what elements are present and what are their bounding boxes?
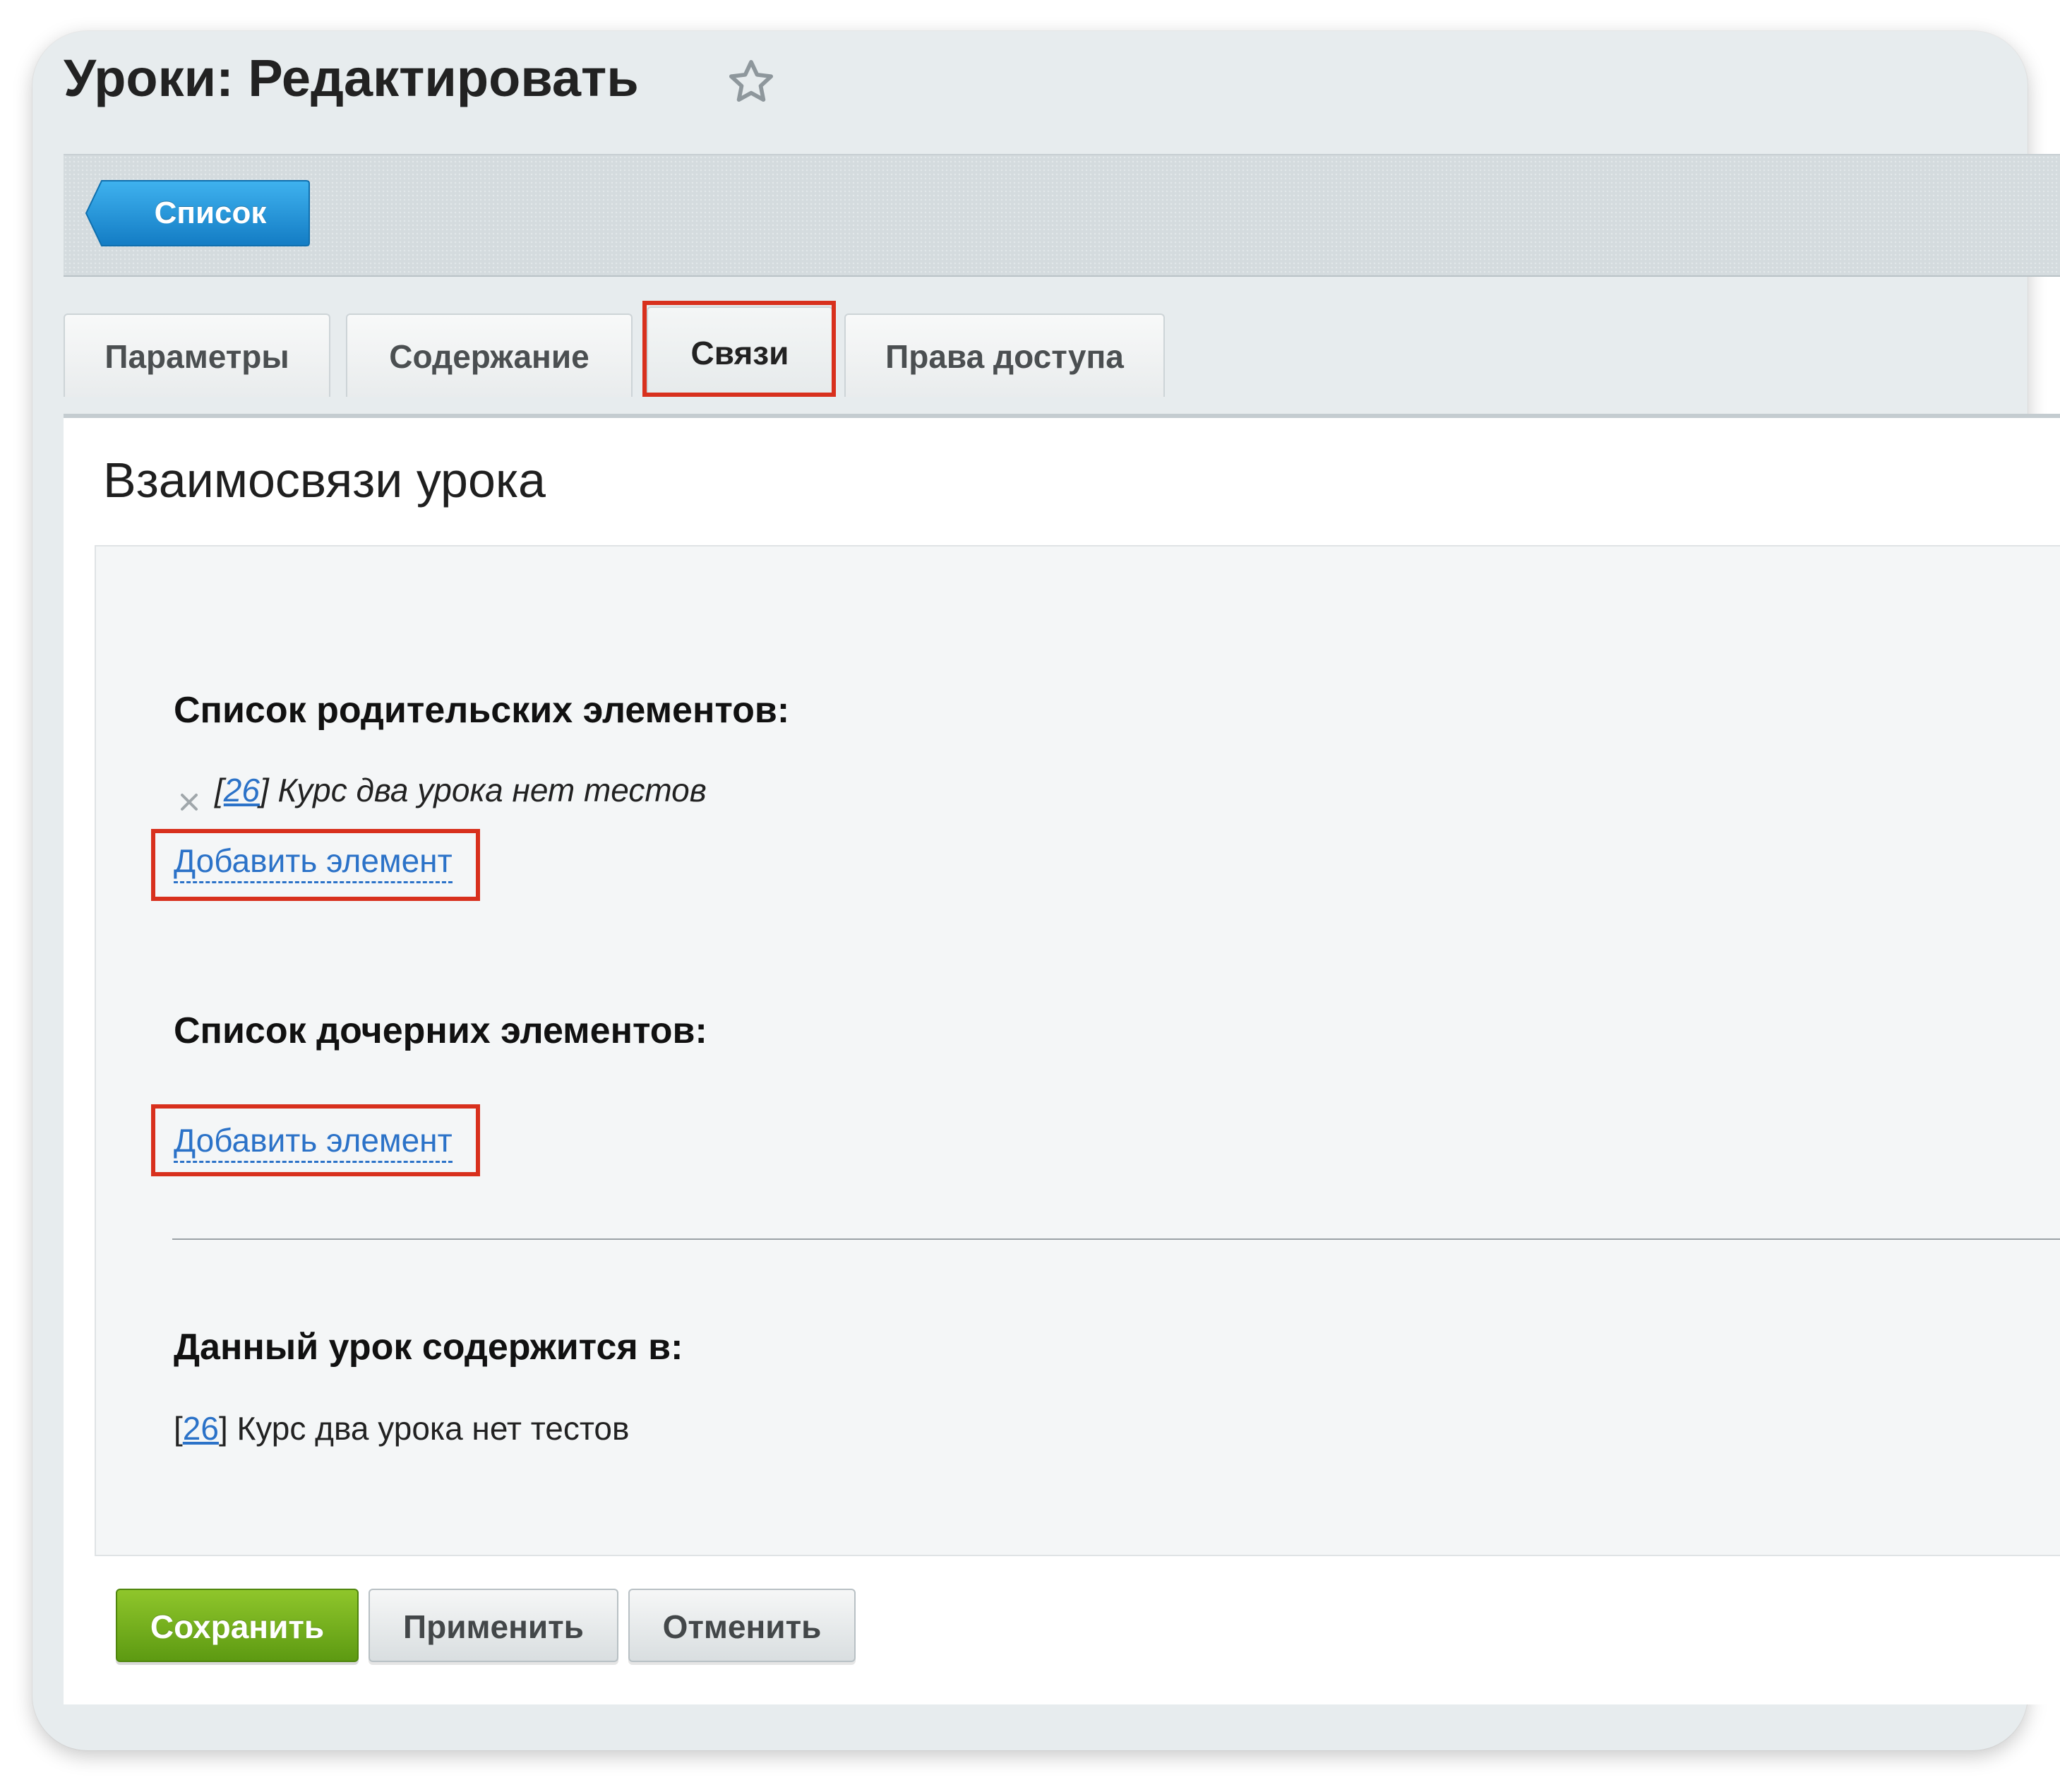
- cancel-button[interactable]: Отменить: [628, 1589, 856, 1662]
- star-icon[interactable]: [726, 56, 777, 107]
- list-button[interactable]: Список: [85, 178, 312, 249]
- contained-item-id-link[interactable]: 26: [183, 1410, 219, 1447]
- list-button-label: Список: [154, 196, 267, 230]
- section-title: Взаимосвязи урока: [103, 453, 546, 508]
- tab-access-rights-label: Права доступа: [885, 338, 1124, 375]
- tab-parameters[interactable]: Параметры: [64, 313, 330, 397]
- contained-item: [26] Курс два урока нет тестов: [174, 1410, 630, 1447]
- toolbar: [64, 154, 2060, 277]
- tab-content[interactable]: Содержание: [346, 313, 633, 397]
- parent-item: [26] Курс два урока нет тестов: [215, 772, 707, 808]
- parent-item-name: Курс два урока нет тестов: [277, 772, 707, 808]
- close-icon[interactable]: [178, 791, 200, 813]
- tab-access-rights[interactable]: Права доступа: [844, 313, 1165, 397]
- page-title: Уроки: Редактировать: [64, 49, 639, 107]
- add-child-highlight-frame: [151, 1104, 480, 1176]
- tab-parameters-label: Параметры: [104, 338, 289, 375]
- parents-heading: Список родительских элементов:: [174, 690, 790, 731]
- children-heading: Список дочерних элементов:: [174, 1010, 707, 1051]
- contained-heading: Данный урок содержится в:: [174, 1327, 683, 1368]
- tab-highlight-frame: [642, 301, 836, 397]
- parent-item-id-link[interactable]: 26: [224, 772, 260, 808]
- tab-content-label: Содержание: [389, 338, 589, 375]
- save-button[interactable]: Сохранить: [116, 1589, 359, 1662]
- divider: [172, 1238, 2060, 1240]
- add-parent-highlight-frame: [151, 829, 480, 901]
- contained-item-name: Курс два урока нет тестов: [236, 1410, 630, 1447]
- apply-button[interactable]: Применить: [369, 1589, 618, 1662]
